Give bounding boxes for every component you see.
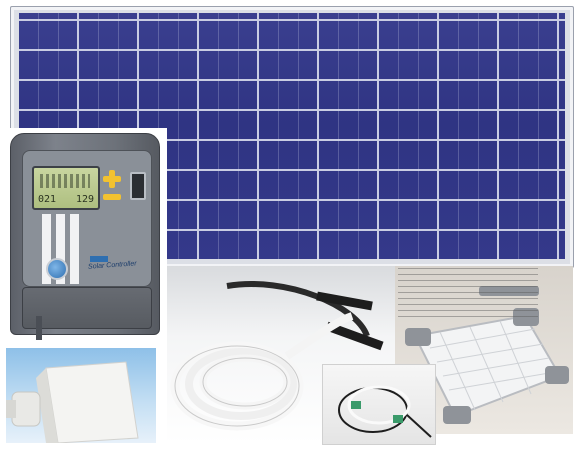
junction-box-photo: [6, 348, 156, 444]
lcd-right-readout: 129: [75, 194, 94, 205]
controller-mount-tab: [36, 316, 42, 340]
controller-stripe: [70, 214, 79, 284]
connector-cable-photo: [322, 364, 436, 445]
plus-button-icon: [103, 170, 121, 188]
junction-box-icon: [6, 361, 139, 444]
minus-button-icon: [103, 194, 121, 200]
usb-port-icon: [130, 172, 146, 200]
lcd-battery-bars: [40, 174, 90, 188]
lcd-display: 021 129: [32, 166, 100, 210]
mount-spec-text: [398, 268, 538, 318]
power-led-icon: [46, 258, 68, 280]
lcd-left-readout: 021: [38, 194, 57, 205]
connector-icon: [338, 385, 432, 438]
brand-tag: [90, 256, 108, 262]
